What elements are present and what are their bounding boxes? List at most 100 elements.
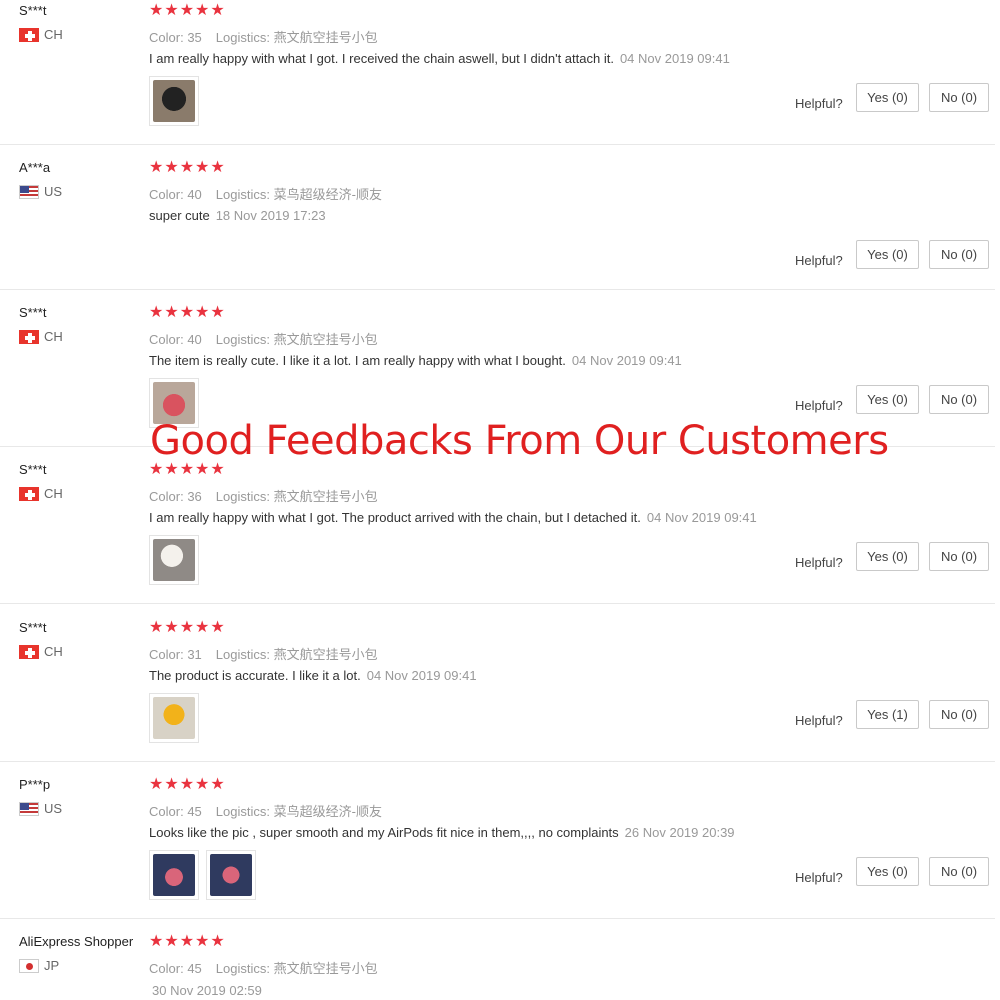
helpful-yes-button[interactable]: Yes (0) <box>856 83 919 112</box>
helpful-no-button[interactable]: No (0) <box>929 857 989 886</box>
review-body: I am really happy with what I got. The p… <box>149 510 641 525</box>
review-meta: Color: 31 Logistics: 燕文航空挂号小包 <box>149 644 378 663</box>
reviewer-name: S***t <box>19 620 47 635</box>
review-item: S***t CH ★★★★★ Color: 31 Logistics: 燕文航空挂… <box>0 620 1000 762</box>
divider <box>0 289 995 290</box>
review-meta: Color: 45 Logistics: 菜鸟超级经济-顺友 <box>149 801 382 820</box>
color-label: Color: <box>149 961 184 976</box>
photo-black-case <box>153 80 195 122</box>
review-photo[interactable] <box>149 535 199 585</box>
country-code: US <box>44 184 63 199</box>
logistics-value: 燕文航空挂号小包 <box>273 961 378 976</box>
country-code: CH <box>44 644 63 659</box>
photo-white-case <box>153 539 195 581</box>
logistics-label: Logistics: <box>215 647 270 662</box>
country-code: CH <box>44 486 63 501</box>
review-item: A***a US ★★★★★ Color: 40 Logistics: 菜鸟超级经… <box>0 160 1000 290</box>
divider <box>0 603 995 604</box>
star-rating: ★★★★★ <box>149 159 226 176</box>
helpful-no-button[interactable]: No (0) <box>929 542 989 571</box>
review-body: I am really happy with what I got. I rec… <box>149 51 614 66</box>
review-item: S***t CH ★★★★★ Color: 35 Logistics: 燕文航空挂… <box>0 3 1000 145</box>
helpful-no-button[interactable]: No (0) <box>929 385 989 414</box>
logistics-value: 燕文航空挂号小包 <box>273 489 378 504</box>
photo-case-in-hand-2 <box>210 854 252 896</box>
reviewer-name: S***t <box>19 305 47 320</box>
review-body: The product is accurate. I like it a lot… <box>149 668 361 683</box>
color-label: Color: <box>149 30 184 45</box>
reviewer-name: A***a <box>19 160 51 175</box>
color-value: 45 <box>187 961 202 976</box>
review-item: P***p US ★★★★★ Color: 45 Logistics: 菜鸟超级经… <box>0 777 1000 919</box>
country-code: CH <box>44 27 63 42</box>
reviewer-country: US <box>19 184 62 199</box>
country-code: CH <box>44 329 63 344</box>
helpful-label: Helpful? <box>795 713 843 728</box>
review-text: The item is really cute. I like it a lot… <box>149 353 682 368</box>
review-date: 04 Nov 2019 09:41 <box>646 510 757 525</box>
photo-yellow-case <box>153 697 195 739</box>
logistics-label: Logistics: <box>215 489 270 504</box>
star-rating: ★★★★★ <box>149 2 226 19</box>
swiss-flag-icon <box>19 27 39 42</box>
color-value: 40 <box>187 187 202 202</box>
reviewer-country: CH <box>19 644 63 659</box>
star-rating: ★★★★★ <box>149 776 226 793</box>
reviewer-country: JP <box>19 958 59 973</box>
color-value: 31 <box>187 647 202 662</box>
reviewer-name: AliExpress Shopper <box>19 934 134 949</box>
review-meta: Color: 40 Logistics: 燕文航空挂号小包 <box>149 329 378 348</box>
review-item: AliExpress Shopper JP ★★★★★ Color: 45 Log… <box>0 934 1000 1000</box>
color-label: Color: <box>149 187 184 202</box>
star-rating: ★★★★★ <box>149 933 226 950</box>
logistics-value: 菜鸟超级经济-顺友 <box>273 804 382 819</box>
helpful-label: Helpful? <box>795 555 843 570</box>
helpful-yes-button[interactable]: Yes (1) <box>856 700 919 729</box>
logistics-value: 菜鸟超级经济-顺友 <box>273 187 382 202</box>
helpful-no-button[interactable]: No (0) <box>929 700 989 729</box>
star-rating: ★★★★★ <box>149 304 226 321</box>
review-date: 04 Nov 2019 09:41 <box>619 51 730 66</box>
reviewer-country: CH <box>19 486 63 501</box>
review-date: 04 Nov 2019 09:41 <box>366 668 477 683</box>
review-meta: Color: 45 Logistics: 燕文航空挂号小包 <box>149 958 378 977</box>
review-photo[interactable] <box>149 76 199 126</box>
color-label: Color: <box>149 647 184 662</box>
review-text: I am really happy with what I got. I rec… <box>149 51 730 66</box>
review-meta: Color: 35 Logistics: 燕文航空挂号小包 <box>149 27 378 46</box>
helpful-yes-button[interactable]: Yes (0) <box>856 385 919 414</box>
review-body: super cute <box>149 208 210 223</box>
country-code: US <box>44 801 63 816</box>
review-text: I am really happy with what I got. The p… <box>149 510 757 525</box>
logistics-value: 燕文航空挂号小包 <box>273 647 378 662</box>
reviewer-name: S***t <box>19 3 47 18</box>
color-label: Color: <box>149 489 184 504</box>
logistics-label: Logistics: <box>215 961 270 976</box>
helpful-no-button[interactable]: No (0) <box>929 83 989 112</box>
logistics-label: Logistics: <box>215 332 270 347</box>
review-photo[interactable] <box>149 850 199 900</box>
color-value: 35 <box>187 30 202 45</box>
reviewer-name: P***p <box>19 777 51 792</box>
helpful-label: Helpful? <box>795 398 843 413</box>
review-meta: Color: 40 Logistics: 菜鸟超级经济-顺友 <box>149 184 382 203</box>
us-flag-icon <box>19 801 39 816</box>
review-photo[interactable] <box>149 693 199 743</box>
review-text: super cute 18 Nov 2019 17:23 <box>149 208 326 223</box>
reviewer-name: S***t <box>19 462 47 477</box>
helpful-yes-button[interactable]: Yes (0) <box>856 542 919 571</box>
us-flag-icon <box>19 184 39 199</box>
helpful-yes-button[interactable]: Yes (0) <box>856 857 919 886</box>
reviewer-country: CH <box>19 329 63 344</box>
helpful-yes-button[interactable]: Yes (0) <box>856 240 919 269</box>
review-photo[interactable] <box>206 850 256 900</box>
star-rating: ★★★★★ <box>149 461 226 478</box>
helpful-label: Helpful? <box>795 253 843 268</box>
logistics-value: 燕文航空挂号小包 <box>273 332 378 347</box>
review-date: 30 Nov 2019 02:59 <box>152 983 262 998</box>
color-value: 40 <box>187 332 202 347</box>
review-text: The product is accurate. I like it a lot… <box>149 668 477 683</box>
helpful-no-button[interactable]: No (0) <box>929 240 989 269</box>
review-item: S***t CH ★★★★★ Color: 36 Logistics: 燕文航空挂… <box>0 462 1000 604</box>
reviewer-country: CH <box>19 27 63 42</box>
